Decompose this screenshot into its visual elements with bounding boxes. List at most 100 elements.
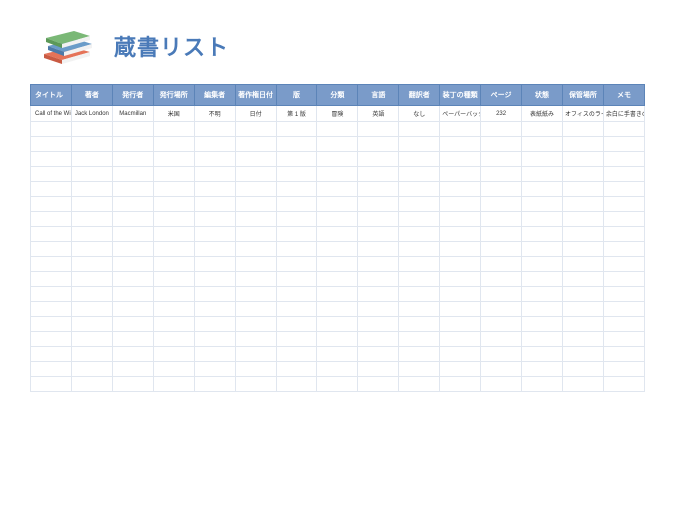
table-row [31, 182, 645, 197]
table-row [31, 317, 645, 332]
table-cell [235, 152, 276, 167]
col-header: 発行者 [112, 85, 153, 106]
table-cell [71, 212, 112, 227]
table-cell [31, 317, 72, 332]
table-row [31, 272, 645, 287]
table-row [31, 122, 645, 137]
table-cell [399, 227, 440, 242]
table-cell [276, 317, 317, 332]
table-cell [153, 122, 194, 137]
table-cell [235, 227, 276, 242]
table-cell [71, 137, 112, 152]
table-cell [276, 242, 317, 257]
table-row [31, 332, 645, 347]
table-cell [153, 167, 194, 182]
table-cell [235, 197, 276, 212]
table-cell [522, 362, 563, 377]
table-cell [562, 302, 603, 317]
table-cell [317, 197, 358, 212]
table-cell [71, 182, 112, 197]
table-cell [31, 377, 72, 392]
table-cell [603, 182, 644, 197]
table-cell [522, 137, 563, 152]
table-cell [522, 347, 563, 362]
table-cell [358, 212, 399, 227]
table-cell: 余白に手書きのメモ [603, 106, 644, 122]
table-cell [481, 242, 522, 257]
table-cell [317, 137, 358, 152]
table-cell [440, 347, 481, 362]
table-cell [440, 167, 481, 182]
table-cell [31, 362, 72, 377]
table-cell [562, 377, 603, 392]
table-cell [317, 257, 358, 272]
table-cell [358, 377, 399, 392]
table-cell [358, 302, 399, 317]
table-cell [481, 302, 522, 317]
table-cell [358, 287, 399, 302]
table-cell: 英語 [358, 106, 399, 122]
table-cell [603, 197, 644, 212]
table-cell [522, 302, 563, 317]
table-cell: オフィスのライブラリ [562, 106, 603, 122]
table-cell [317, 362, 358, 377]
table-cell [317, 302, 358, 317]
table-cell [317, 227, 358, 242]
table-row: Call of the WildJack LondonMacmillan米国不明… [31, 106, 645, 122]
table-cell [522, 257, 563, 272]
table-cell [522, 212, 563, 227]
table-cell [399, 182, 440, 197]
table-cell [276, 227, 317, 242]
table-cell [358, 242, 399, 257]
table-cell: 第 1 版 [276, 106, 317, 122]
table-cell: 日付 [235, 106, 276, 122]
table-row [31, 212, 645, 227]
table-cell [194, 332, 235, 347]
table-cell [481, 197, 522, 212]
table-cell [153, 272, 194, 287]
table-cell [440, 227, 481, 242]
table-cell [562, 257, 603, 272]
table-cell [603, 242, 644, 257]
table-cell: ペーパーバック [440, 106, 481, 122]
table-cell [153, 152, 194, 167]
table-cell [276, 257, 317, 272]
table-cell [481, 362, 522, 377]
table-cell [71, 332, 112, 347]
table-cell: 米国 [153, 106, 194, 122]
table-row [31, 242, 645, 257]
table-cell: 冒険 [317, 106, 358, 122]
table-cell [276, 287, 317, 302]
table-cell [317, 272, 358, 287]
col-header: 発行場所 [153, 85, 194, 106]
table-cell [522, 317, 563, 332]
table-cell [358, 227, 399, 242]
table-cell [358, 332, 399, 347]
table-cell [603, 272, 644, 287]
table-cell [358, 317, 399, 332]
table-cell [31, 137, 72, 152]
table-cell [71, 347, 112, 362]
table-cell [112, 122, 153, 137]
table-cell [317, 287, 358, 302]
table-cell [276, 182, 317, 197]
table-cell [71, 302, 112, 317]
table-cell [235, 212, 276, 227]
table-cell [31, 242, 72, 257]
table-cell [399, 257, 440, 272]
table-cell [317, 377, 358, 392]
table-cell [194, 152, 235, 167]
table-cell [112, 287, 153, 302]
table-cell [603, 317, 644, 332]
table-row [31, 152, 645, 167]
table-cell [71, 377, 112, 392]
table-cell [194, 167, 235, 182]
table-cell [317, 212, 358, 227]
col-header: 状態 [522, 85, 563, 106]
table-cell [317, 152, 358, 167]
table-cell [399, 317, 440, 332]
table-cell [440, 362, 481, 377]
table-cell [276, 362, 317, 377]
table-cell [522, 122, 563, 137]
table-cell [194, 362, 235, 377]
